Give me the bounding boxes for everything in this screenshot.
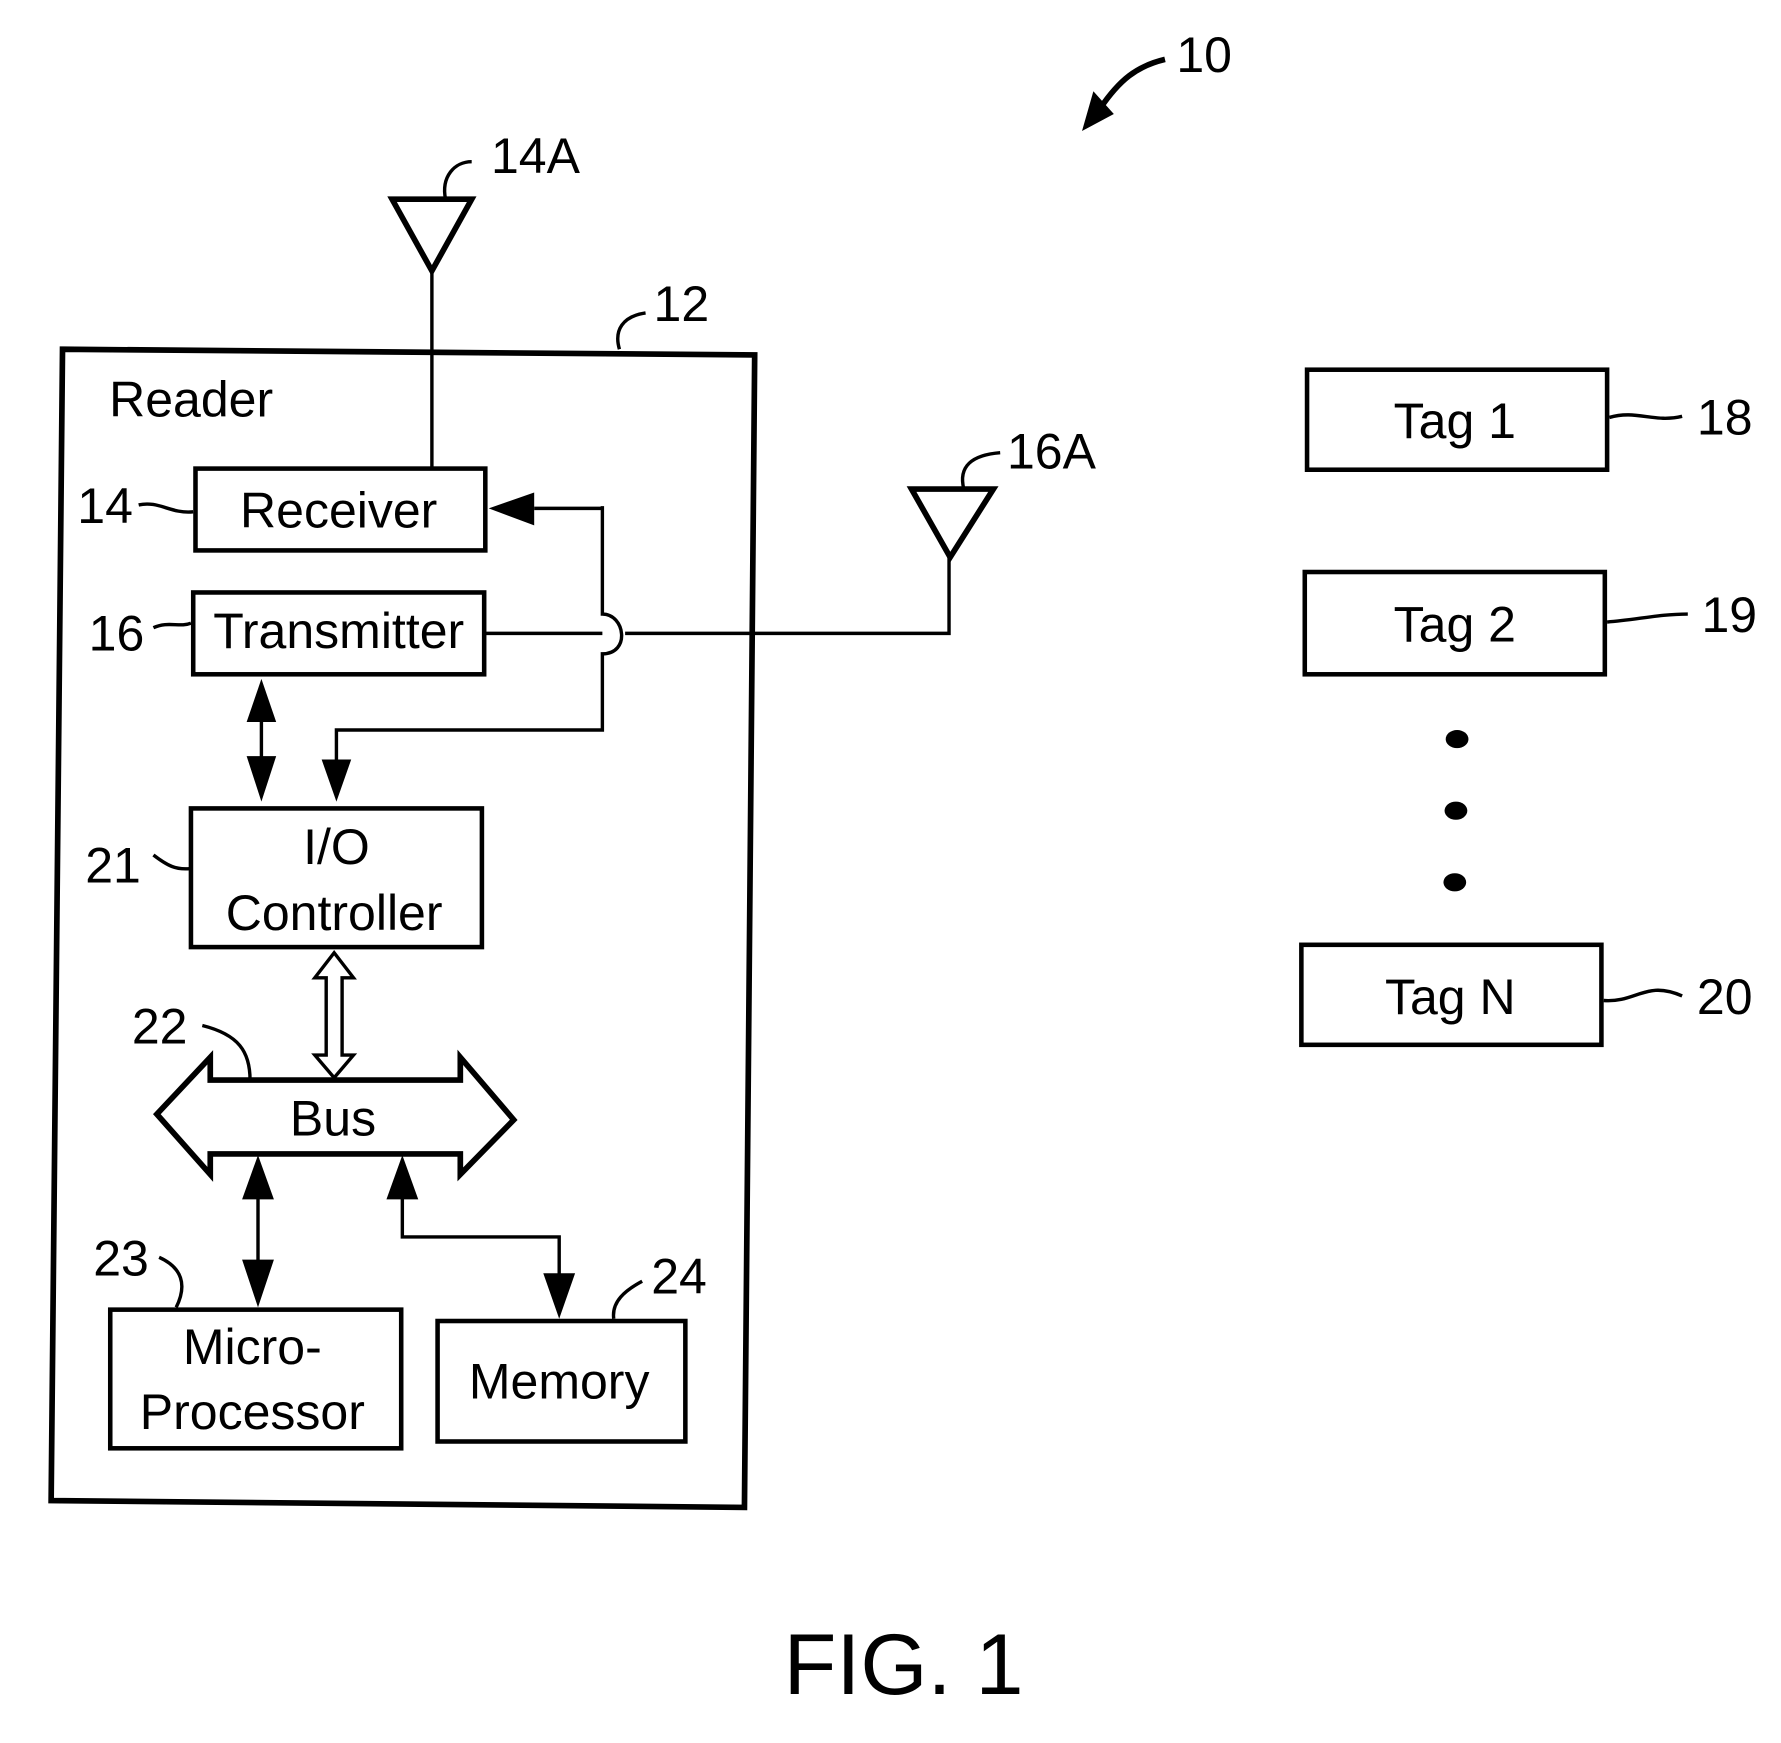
ellipsis-dot bbox=[1443, 873, 1467, 892]
antenna-icon bbox=[906, 486, 999, 563]
bus-processor-link bbox=[242, 1155, 274, 1308]
io-controller-block: I/O Controller 21 bbox=[85, 806, 485, 950]
hollow-double-arrow-icon bbox=[311, 949, 358, 1081]
tag-n-block: Tag N 20 bbox=[1299, 942, 1753, 1048]
tag-2-block: Tag 2 19 bbox=[1302, 569, 1757, 677]
down-arrowhead-icon bbox=[543, 1273, 576, 1319]
bus-label: Bus bbox=[290, 1091, 376, 1147]
io-controller-ref: 21 bbox=[85, 837, 141, 893]
system-ref-leader bbox=[1097, 56, 1166, 110]
to-io-arrowhead-icon bbox=[321, 759, 352, 802]
figure-caption: FIG. 1 bbox=[784, 1617, 1024, 1713]
tag-1-block: Tag 1 18 bbox=[1304, 367, 1753, 472]
receive-antenna: 14A bbox=[387, 128, 581, 469]
transmitter-label: Transmitter bbox=[213, 603, 464, 659]
memory-ref: 24 bbox=[651, 1249, 707, 1305]
bus-memory-link bbox=[386, 1155, 576, 1319]
transmitter-io-link bbox=[246, 678, 277, 802]
io-bus-link bbox=[311, 949, 358, 1081]
antenna-icon bbox=[387, 196, 477, 277]
tag-ref: 18 bbox=[1697, 389, 1753, 445]
up-arrowhead-icon bbox=[246, 678, 277, 723]
receiver-ref: 14 bbox=[77, 478, 133, 534]
system-ref-label: 10 bbox=[1176, 27, 1232, 83]
tag-label: Tag N bbox=[1385, 969, 1516, 1025]
down-arrowhead-icon bbox=[242, 1259, 274, 1308]
up-arrowhead-icon bbox=[386, 1155, 419, 1200]
tag-ellipsis bbox=[1443, 729, 1469, 892]
ellipsis-dot bbox=[1445, 729, 1469, 749]
ellipsis-dot bbox=[1444, 801, 1468, 820]
tag-label: Tag 1 bbox=[1394, 393, 1516, 449]
up-arrowhead-icon bbox=[242, 1155, 274, 1200]
transmitter-block: Transmitter 16 bbox=[89, 590, 487, 677]
tag-ref: 19 bbox=[1701, 587, 1757, 643]
bus-block: Bus 22 bbox=[132, 999, 518, 1182]
bus-ref: 22 bbox=[132, 999, 188, 1055]
transmit-antenna-ref: 16A bbox=[1007, 424, 1097, 480]
reader-ref: 12 bbox=[654, 276, 710, 332]
io-controller-label-1: I/O bbox=[303, 819, 370, 875]
system-reference: 10 bbox=[1082, 27, 1232, 132]
to-receiver-arrowhead-icon bbox=[488, 492, 535, 526]
receive-antenna-ref: 14A bbox=[491, 128, 581, 184]
io-controller-label-2: Controller bbox=[226, 885, 443, 941]
tag-label: Tag 2 bbox=[1394, 596, 1516, 652]
rfid-system-diagram: 10 14A Reader 12 Receiver 14 Transmitter… bbox=[48, 27, 1757, 1713]
microprocessor-label-1: Micro- bbox=[183, 1319, 322, 1375]
tag-ref: 20 bbox=[1697, 969, 1753, 1025]
microprocessor-label-2: Processor bbox=[140, 1384, 365, 1440]
receiver-block: Receiver 14 bbox=[77, 466, 488, 553]
receiver-label: Receiver bbox=[240, 483, 437, 539]
transmitter-ref: 16 bbox=[89, 605, 145, 661]
microprocessor-ref: 23 bbox=[93, 1231, 149, 1287]
down-arrowhead-icon bbox=[246, 756, 277, 802]
memory-label: Memory bbox=[469, 1353, 650, 1409]
transmit-antenna: 16A bbox=[906, 424, 1097, 563]
reader-title: Reader bbox=[109, 371, 273, 427]
